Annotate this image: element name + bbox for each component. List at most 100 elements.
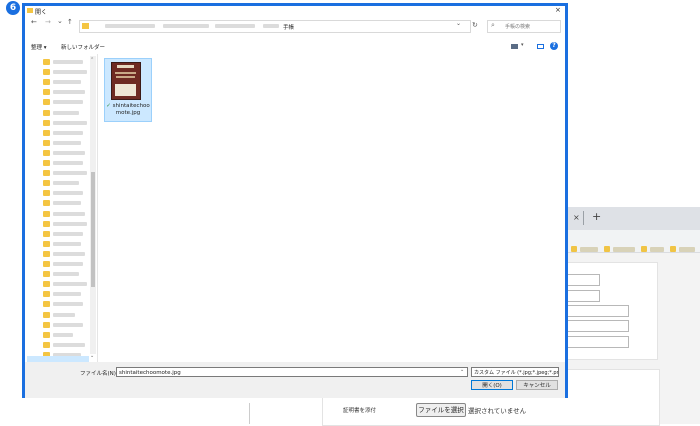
nav-folder-item[interactable] bbox=[53, 292, 81, 297]
no-file-selected-text: 選択されていません bbox=[468, 407, 527, 415]
nav-folder-icon bbox=[43, 190, 50, 197]
nav-folder-icon bbox=[43, 210, 50, 217]
file-type-filter[interactable]: カスタム ファイル (*.jpg;*.jpeg;*.pn bbox=[471, 367, 559, 377]
form-input[interactable] bbox=[566, 290, 600, 302]
view-dropdown-icon[interactable]: ▾ bbox=[521, 42, 524, 48]
navigation-scrollbar-thumb[interactable] bbox=[91, 172, 95, 287]
help-icon[interactable]: ? bbox=[550, 42, 558, 50]
address-segment[interactable] bbox=[105, 24, 155, 28]
filename-label: ファイル名(N): bbox=[80, 371, 118, 377]
nav-folder-icon bbox=[43, 291, 50, 298]
file-name-line1: shintaitechoo bbox=[112, 103, 150, 109]
address-segment[interactable] bbox=[163, 24, 209, 28]
choose-file-button[interactable]: ファイルを選択 bbox=[416, 403, 466, 417]
nav-folder-item[interactable] bbox=[53, 302, 83, 307]
recent-locations-icon[interactable]: ⌄ bbox=[57, 17, 63, 25]
cancel-button[interactable]: キャンセル bbox=[516, 380, 558, 390]
nav-folder-item[interactable] bbox=[53, 322, 83, 327]
new-folder-button[interactable]: 新しいフォルダー bbox=[61, 43, 105, 51]
address-current-folder[interactable]: 手帳 bbox=[283, 23, 294, 31]
nav-folder-item[interactable] bbox=[53, 221, 87, 226]
nav-folder-item[interactable] bbox=[53, 181, 79, 186]
nav-folder-icon bbox=[43, 220, 50, 227]
forward-icon[interactable]: → bbox=[45, 18, 51, 26]
nav-folder-item[interactable] bbox=[53, 231, 83, 236]
address-segment[interactable] bbox=[263, 24, 279, 28]
form-input[interactable] bbox=[566, 274, 600, 286]
organize-menu[interactable]: 整理 ▾ bbox=[31, 43, 47, 51]
tab-separator bbox=[583, 211, 584, 225]
browser-tabstrip bbox=[566, 207, 700, 230]
filename-dropdown-icon[interactable]: ⌄ bbox=[460, 367, 464, 373]
nav-folder-icon bbox=[43, 129, 50, 136]
filename-input[interactable]: shintaitechoomote.jpg bbox=[116, 367, 468, 377]
address-dropdown-icon[interactable]: ⌄ bbox=[456, 20, 461, 27]
nav-folder-item[interactable] bbox=[53, 110, 79, 115]
form-input[interactable] bbox=[566, 336, 629, 348]
tab-close-icon[interactable]: × bbox=[573, 213, 580, 222]
nav-folder-item[interactable] bbox=[53, 90, 85, 95]
nav-folder-icon bbox=[43, 160, 50, 166]
nav-folder-icon bbox=[43, 79, 50, 86]
nav-folder-item[interactable] bbox=[53, 130, 83, 135]
refresh-icon[interactable]: ↻ bbox=[472, 21, 478, 29]
scroll-down-icon[interactable]: ⌄ bbox=[90, 353, 94, 359]
bookmark-item[interactable] bbox=[580, 247, 598, 252]
bookmark-folder-icon bbox=[604, 246, 610, 252]
preview-pane-icon[interactable] bbox=[537, 44, 544, 49]
open-button[interactable]: 開く(O) bbox=[471, 380, 513, 390]
new-tab-icon[interactable]: + bbox=[592, 210, 601, 223]
dialog-titlebar bbox=[25, 6, 565, 17]
nav-folder-item[interactable] bbox=[53, 100, 83, 105]
nav-folder-icon bbox=[43, 149, 50, 156]
file-name-label[interactable]: ✓ shintaitechoo mote.jpg bbox=[104, 103, 152, 117]
file-name-line2: mote.jpg bbox=[115, 110, 141, 116]
nav-folder-item[interactable] bbox=[53, 80, 81, 85]
attach-certificate-label: 証明書を添付 bbox=[343, 408, 377, 414]
address-segment[interactable] bbox=[215, 24, 255, 28]
nav-folder-item[interactable] bbox=[53, 282, 87, 287]
nav-folder-icon bbox=[43, 119, 50, 126]
nav-folder-icon bbox=[43, 301, 50, 308]
nav-folder-item[interactable] bbox=[53, 70, 87, 75]
pane-divider bbox=[97, 54, 98, 362]
bookmark-item[interactable] bbox=[613, 247, 635, 252]
view-options-icon[interactable] bbox=[511, 44, 518, 49]
nav-folder-item[interactable] bbox=[53, 342, 85, 347]
nav-folder-item[interactable] bbox=[53, 262, 83, 266]
up-folder-icon[interactable]: ↑ bbox=[67, 18, 73, 26]
nav-folder-item[interactable] bbox=[53, 332, 73, 337]
open-file-dialog: 開く × ← → ⌄ ↑ 手帳 ⌄ ↻ ⌕ 手帳の検索 整理 ▾ 新しいフォルダ… bbox=[22, 3, 568, 398]
bookmark-item[interactable] bbox=[650, 247, 664, 252]
nav-folder-item[interactable] bbox=[53, 171, 87, 176]
nav-folder-icon bbox=[43, 99, 50, 106]
nav-folder-item[interactable] bbox=[53, 251, 85, 256]
nav-folder-item[interactable] bbox=[53, 161, 83, 165]
form-input[interactable] bbox=[566, 305, 629, 317]
nav-folder-item[interactable] bbox=[53, 312, 75, 317]
nav-folder-item[interactable] bbox=[53, 201, 81, 206]
search-icon: ⌕ bbox=[491, 21, 495, 29]
nav-folder-item[interactable] bbox=[53, 211, 85, 216]
nav-folder-item[interactable] bbox=[53, 140, 81, 145]
nav-folder-item[interactable] bbox=[53, 272, 79, 277]
nav-folder-item[interactable] bbox=[53, 241, 81, 246]
back-icon[interactable]: ← bbox=[31, 18, 37, 26]
form-input[interactable] bbox=[566, 320, 629, 332]
nav-folder-item[interactable] bbox=[53, 150, 85, 155]
dialog-close-icon[interactable]: × bbox=[555, 6, 561, 14]
nav-folder-icon bbox=[43, 230, 50, 237]
nav-folder-icon bbox=[43, 321, 50, 328]
nav-folder-item[interactable] bbox=[53, 191, 83, 196]
nav-folder-item[interactable] bbox=[53, 60, 83, 64]
nav-folder-icon bbox=[43, 311, 50, 318]
bookmark-item[interactable] bbox=[679, 247, 695, 252]
sync-status-icon: ✓ bbox=[106, 103, 111, 109]
scroll-up-icon[interactable]: ⌃ bbox=[90, 57, 94, 63]
nav-folder-item[interactable] bbox=[53, 120, 87, 125]
step-number-badge: 6 bbox=[6, 1, 20, 15]
nav-folder-icon bbox=[43, 59, 50, 65]
nav-folder-icon bbox=[43, 170, 50, 177]
nav-folder-icon bbox=[43, 69, 50, 76]
nav-folder-icon bbox=[43, 180, 50, 187]
